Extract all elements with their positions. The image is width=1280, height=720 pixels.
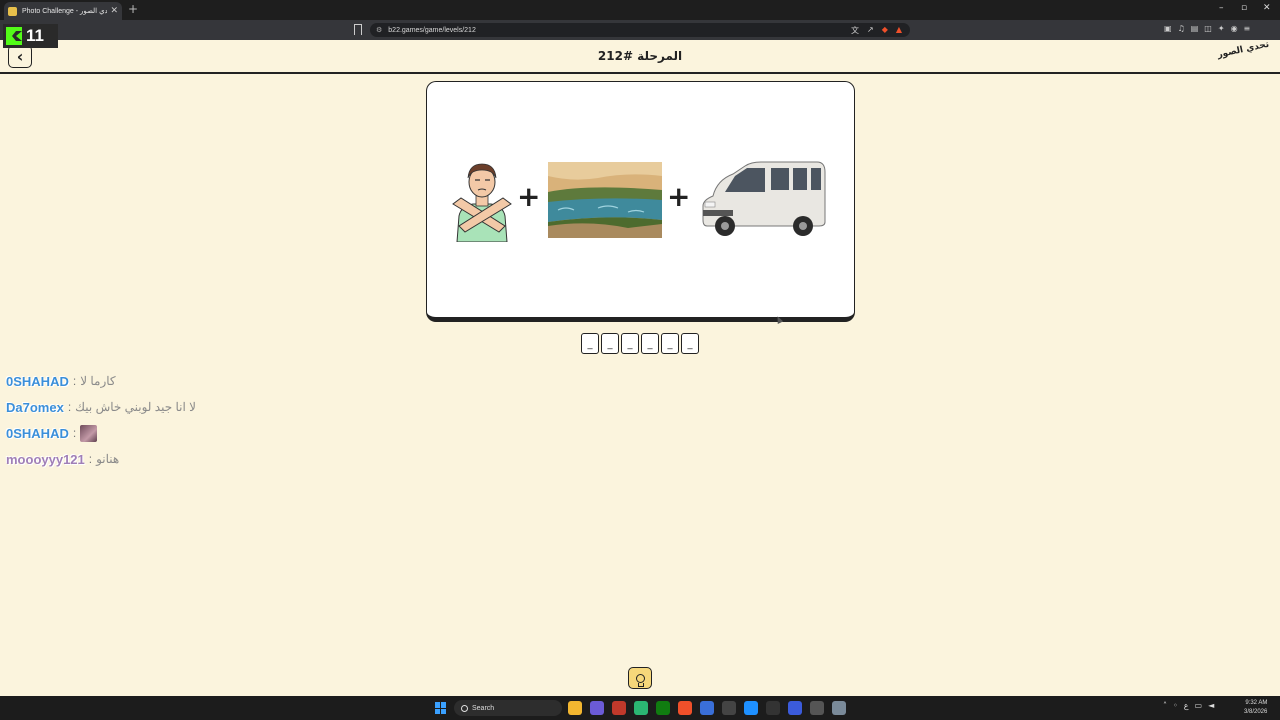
settings-icon[interactable] [832,701,846,715]
url-text[interactable]: b22.games/game/levels/212 [388,27,476,34]
plus-icon: + [517,180,541,213]
answer-slot[interactable]: _ [621,333,639,354]
lightbulb-icon [635,673,645,687]
hint-button[interactable] [628,667,652,689]
chat-message: 0SHAHAD : كارما لا [6,368,196,394]
person-crossed-arms-picture [452,163,512,242]
app-icon[interactable] [788,701,802,715]
language-icon[interactable]: ع [1184,701,1189,710]
taskbar-clock[interactable]: 9:32 AM 3/8/2026 [1244,699,1267,717]
volume-icon[interactable]: ◄ [1208,701,1214,710]
media-icon[interactable]: ♫ [1178,24,1185,33]
app-icon[interactable] [700,701,714,715]
viewer-count: 11 [26,26,44,45]
chat-username: Da7omex [6,399,64,415]
river-landscape-picture [548,162,662,238]
discord-icon[interactable] [590,701,604,715]
chat-text: كارما لا [80,374,116,388]
brave-browser-icon[interactable] [678,701,692,715]
menu-icon[interactable]: ≡ [1244,24,1251,33]
search-icon [461,704,468,712]
microphone-icon[interactable]: ◦ [1173,701,1178,710]
vpn-icon[interactable]: ◉ [1231,24,1238,33]
answer-slots: _ _ _ _ _ _ [581,333,699,354]
white-van-picture [702,161,826,236]
windows-taskbar: Search ˄ ◦ ع ▭ ◄ 9:32 AM 3/8/2026 [0,696,1280,720]
level-title: المرحلة #212 [597,49,683,63]
puzzle-pictures: + + [427,158,853,242]
answer-slot[interactable]: _ [581,333,599,354]
chat-message: 0SHAHAD : [6,420,196,446]
chat-username: 0SHAHAD [6,373,69,389]
puzzle-card: + + [426,81,855,322]
xbox-icon[interactable] [656,701,670,715]
windows-start-icon[interactable] [435,702,447,714]
tabs-icon[interactable]: ◫ [1204,24,1212,33]
translate-icon[interactable]: 文 [851,25,859,36]
epic-games-icon[interactable] [766,701,780,715]
chat-text: هنانو [96,452,120,466]
browser-tab[interactable]: Photo Challenge - لعبة تحدي الصور ✕ [4,2,122,20]
new-tab-icon[interactable]: + [128,2,138,16]
chevron-up-icon[interactable]: ˄ [1163,701,1167,710]
stream-viewer-overlay: 11 [3,24,58,48]
answer-slot[interactable]: _ [641,333,659,354]
bookmark-icon[interactable] [354,24,362,35]
chat-separator: : [72,374,77,388]
chat-separator: : [72,426,77,440]
chat-username: 0SHAHAD [6,425,69,441]
search-label: Search [472,704,495,712]
tab-title: Photo Challenge - لعبة تحدي الصور [22,8,108,15]
network-icon[interactable]: ▭ [1195,701,1203,710]
game-header: ‹ المرحلة #212 تحدي الصور [0,40,1280,74]
site-info-icon[interactable]: ⚙ [376,26,382,34]
plus-icon: + [667,180,691,213]
chat-message: moooyyy121 : هنانو [6,446,196,472]
taskbar-search[interactable]: Search [454,700,562,716]
file-explorer-icon[interactable] [568,701,582,715]
kick-logo-icon [6,27,22,45]
close-window-icon[interactable]: ✕ [1263,3,1271,13]
chat-emote-icon [80,424,98,442]
extensions-icon[interactable]: ✦ [1218,24,1225,33]
clock-time: 9:32 AM [1245,700,1268,706]
chat-separator: : [67,400,72,414]
maximize-icon[interactable]: ▫ [1241,3,1247,13]
reader-icon[interactable]: ▤ [1191,24,1199,33]
chat-separator: : [88,452,93,466]
answer-slot[interactable]: _ [661,333,679,354]
game-page: ‹ المرحلة #212 تحدي الصور + + _ _ _ _ _ … [0,40,1280,696]
browser-tab-bar: Photo Challenge - لعبة تحدي الصور ✕ + – … [0,0,1280,20]
share-icon[interactable]: ↗ [867,25,874,36]
app-icon[interactable] [744,701,758,715]
stream-chat-overlay: 0SHAHAD : كارما لا Da7omex : لا انا جيد … [6,368,196,472]
app-icon[interactable] [634,701,648,715]
tab-favicon-icon [8,6,17,16]
answer-slot[interactable]: _ [681,333,699,354]
app-icon[interactable] [722,701,736,715]
app-icon[interactable] [612,701,626,715]
chat-text: لا انا جيد لوبني خاش بيك [75,400,196,414]
chat-username: moooyyy121 [6,451,85,467]
app-icon[interactable] [810,701,824,715]
answer-slot[interactable]: _ [601,333,619,354]
sidebar-icon[interactable]: ▣ [1164,24,1172,33]
tab-close-icon[interactable]: ✕ [110,6,118,16]
minimize-icon[interactable]: – [1219,3,1224,13]
chat-message: Da7omex : لا انا جيد لوبني خاش بيك [6,394,196,420]
browser-toolbar: ⚙ b22.games/game/levels/212 文 ↗ ◆ ▲ ▣ ♫ … [0,20,1280,40]
brave-shields-icon[interactable]: ◆ [882,25,888,36]
clock-date: 3/8/2026 [1244,709,1268,715]
brave-rewards-icon[interactable]: ▲ [896,25,902,36]
address-bar[interactable]: ⚙ b22.games/game/levels/212 文 ↗ ◆ ▲ [370,23,910,37]
